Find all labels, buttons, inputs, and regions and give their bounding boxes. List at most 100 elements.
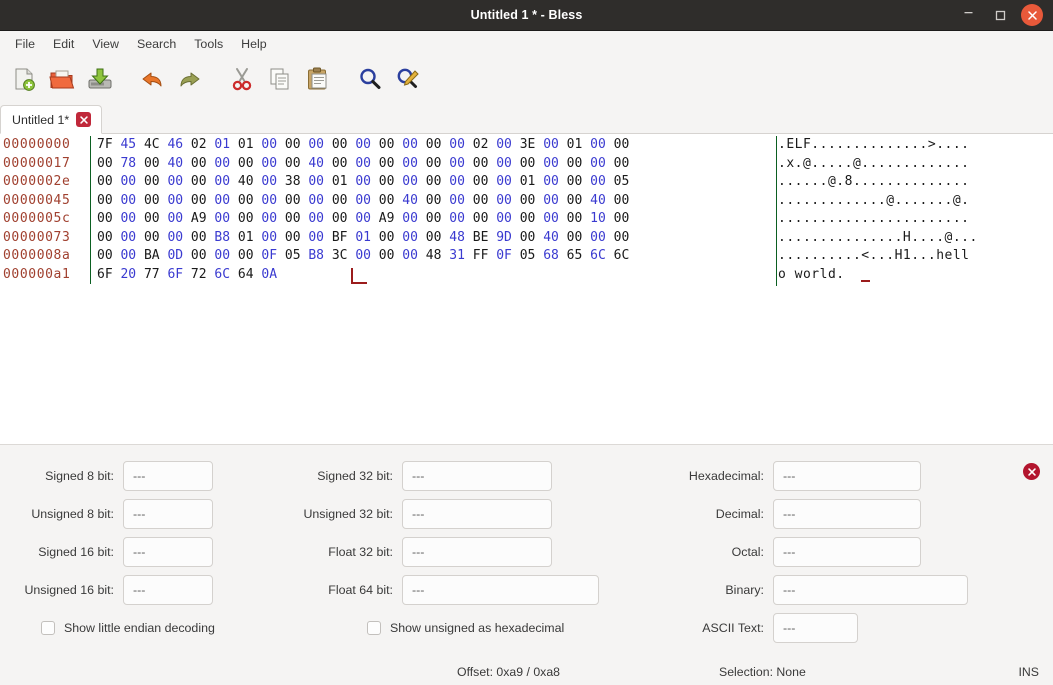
minimize-button[interactable] (957, 4, 979, 26)
hex-byte[interactable]: 00 (324, 156, 348, 171)
hex-byte[interactable]: 00 (136, 193, 160, 208)
hex-byte[interactable]: 00 (582, 174, 606, 189)
hex-byte[interactable]: 00 (254, 230, 277, 245)
input-float-32-bit[interactable]: --- (402, 537, 552, 567)
hex-byte[interactable]: 00 (207, 248, 230, 263)
hex-byte[interactable]: 05 (512, 248, 536, 263)
hex-byte[interactable]: 68 (535, 248, 559, 263)
input-signed-32-bit[interactable]: --- (402, 461, 552, 491)
hex-byte[interactable]: 64 (230, 267, 254, 282)
input-unsigned-32-bit[interactable]: --- (402, 499, 552, 529)
hex-byte[interactable]: 6C (207, 267, 230, 282)
hex-byte[interactable]: 00 (441, 137, 465, 152)
hex-byte[interactable]: 00 (97, 248, 113, 263)
hex-byte[interactable]: 00 (301, 137, 324, 152)
ascii-row[interactable]: o world. (778, 266, 978, 285)
hex-byte[interactable]: 48 (418, 248, 442, 263)
hex-byte[interactable]: BE (465, 230, 489, 245)
hex-byte[interactable]: A9 (183, 211, 207, 226)
hex-byte[interactable]: 40 (160, 156, 183, 171)
hex-bytes[interactable]: 6F 20 77 6F 72 6C 64 0A (97, 266, 277, 285)
hex-byte[interactable]: 00 (207, 193, 230, 208)
close-window-button[interactable] (1021, 4, 1043, 26)
hex-byte[interactable]: 00 (230, 248, 254, 263)
hex-byte[interactable]: 46 (160, 137, 183, 152)
hex-byte[interactable]: 72 (183, 267, 207, 282)
hex-byte[interactable]: 00 (324, 211, 348, 226)
hex-byte[interactable]: 00 (559, 156, 583, 171)
hex-byte[interactable]: 00 (418, 174, 442, 189)
hex-byte[interactable]: 00 (136, 156, 160, 171)
hex-byte[interactable]: 00 (488, 174, 512, 189)
tab-close-icon[interactable] (76, 112, 92, 127)
unsigned-hex-checkbox[interactable] (367, 621, 381, 635)
hex-byte[interactable]: 00 (465, 193, 489, 208)
hex-byte[interactable]: 00 (371, 137, 395, 152)
input-signed-16-bit[interactable]: --- (123, 537, 213, 567)
hex-byte[interactable]: 10 (582, 211, 606, 226)
hex-byte[interactable]: 9D (488, 230, 512, 245)
input-decimal[interactable]: --- (773, 499, 921, 529)
hex-byte[interactable]: 00 (254, 156, 277, 171)
hex-byte[interactable]: 01 (559, 137, 583, 152)
hex-byte[interactable]: 00 (394, 156, 418, 171)
input-hexadecimal[interactable]: --- (773, 461, 921, 491)
hex-byte[interactable]: 00 (183, 174, 207, 189)
hex-byte[interactable]: 00 (606, 137, 630, 152)
hex-byte[interactable]: 01 (230, 230, 254, 245)
hex-byte[interactable]: B8 (301, 248, 324, 263)
little-endian-checkbox[interactable] (41, 621, 55, 635)
ascii-row[interactable]: ......@.8.............. (778, 173, 978, 192)
tab-untitled-1[interactable]: Untitled 1* (0, 105, 103, 134)
hex-byte[interactable]: 77 (136, 267, 160, 282)
maximize-button[interactable] (989, 4, 1011, 26)
hex-byte[interactable]: 00 (582, 137, 606, 152)
hex-editor-view[interactable]: 00000000 7F 45 4C 46 02 01 01 00 00 00 00… (0, 134, 1053, 444)
hex-byte[interactable]: 00 (207, 156, 230, 171)
hex-byte[interactable]: 00 (371, 156, 395, 171)
hex-byte[interactable]: 00 (113, 248, 136, 263)
hex-byte[interactable]: 00 (207, 211, 230, 226)
hex-byte[interactable]: 45 (113, 137, 136, 152)
hex-byte[interactable]: 00 (535, 137, 559, 152)
hex-byte[interactable]: 00 (394, 211, 418, 226)
hex-byte[interactable]: 00 (418, 156, 442, 171)
hex-byte[interactable]: 00 (512, 211, 536, 226)
hex-byte[interactable]: 6C (582, 248, 606, 263)
hex-byte[interactable]: 00 (160, 193, 183, 208)
hex-byte[interactable]: 3C (324, 248, 348, 263)
hex-byte[interactable]: 00 (348, 248, 371, 263)
hex-byte[interactable]: 00 (113, 211, 136, 226)
hex-byte[interactable]: 00 (277, 137, 301, 152)
ascii-row[interactable]: ...............H....@... (778, 229, 978, 248)
little-endian-checkbox-group[interactable]: Show little endian decoding (41, 621, 215, 635)
hex-byte[interactable]: 00 (465, 211, 489, 226)
hex-byte[interactable]: 00 (97, 156, 113, 171)
hex-byte[interactable]: 00 (230, 156, 254, 171)
menu-search[interactable]: Search (128, 34, 185, 54)
hex-byte[interactable]: 3E (512, 137, 536, 152)
hex-byte[interactable]: 6F (160, 267, 183, 282)
input-unsigned-16-bit[interactable]: --- (123, 575, 213, 605)
menu-help[interactable]: Help (232, 34, 275, 54)
menu-tools[interactable]: Tools (185, 34, 232, 54)
hex-byte[interactable]: 20 (113, 267, 136, 282)
hex-byte[interactable]: 00 (606, 230, 630, 245)
hex-byte[interactable]: 00 (324, 193, 348, 208)
ascii-row[interactable]: .............@.......@. (778, 192, 978, 211)
menu-file[interactable]: File (6, 34, 44, 54)
hex-byte[interactable]: 00 (348, 211, 371, 226)
hex-byte[interactable]: 00 (97, 230, 113, 245)
hex-byte[interactable]: 6F (97, 267, 113, 282)
input-unsigned-8-bit[interactable]: --- (123, 499, 213, 529)
hex-byte[interactable]: 00 (418, 211, 442, 226)
hex-byte[interactable]: 00 (183, 156, 207, 171)
hex-byte[interactable]: 00 (418, 193, 442, 208)
hex-byte[interactable]: A9 (371, 211, 395, 226)
hex-byte[interactable]: 00 (606, 211, 630, 226)
hex-byte[interactable]: 78 (113, 156, 136, 171)
input-float-64-bit[interactable]: --- (402, 575, 599, 605)
hex-byte[interactable]: 00 (277, 211, 301, 226)
hex-byte[interactable]: 00 (606, 156, 630, 171)
save-file-button[interactable] (82, 64, 118, 100)
